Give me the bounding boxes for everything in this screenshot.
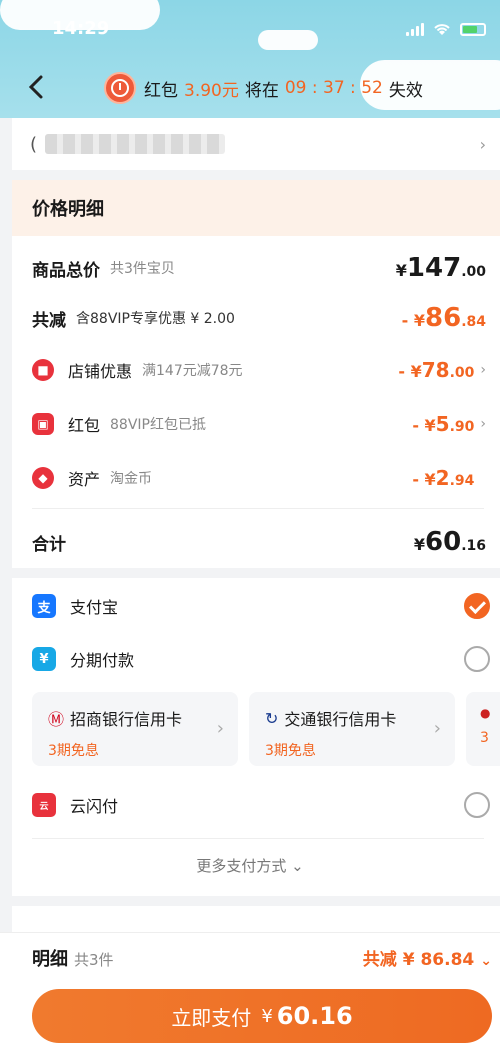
alipay-radio-checked[interactable]	[464, 593, 490, 619]
bank-plan: 3期免息	[265, 743, 316, 759]
status-time: 14:29	[52, 18, 110, 39]
detail-count: 共3件	[74, 951, 114, 969]
bocom-logo-icon: ↻	[265, 708, 279, 728]
wifi-icon	[434, 24, 450, 35]
pay-now-yen: ¥	[261, 1005, 273, 1027]
goods-total-label: 商品总价	[32, 260, 100, 281]
discount-label: 资产	[68, 470, 101, 489]
bank-option-partial[interactable]: ● 3	[466, 692, 500, 766]
reduce-row: 共减 含88VIP专享优惠 ¥ 2.00 - ¥86.84	[32, 300, 486, 336]
footer-reduce-label: 共减	[362, 950, 397, 970]
goods-total-amount: ¥147.00	[395, 253, 486, 283]
unionpay-label: 云闪付	[70, 797, 119, 816]
chevron-right-icon: ›	[216, 718, 224, 739]
checkout-bar: 明细 共3件 共减 ¥ 86.84 ⌄ 立即支付 ¥ 60.16	[0, 932, 500, 1052]
bank-option-bocom[interactable]: ↻ 交通银行信用卡 3期免息 ›	[249, 692, 455, 766]
signal-icon	[406, 23, 424, 36]
divider	[32, 508, 484, 509]
redacted-address	[45, 134, 226, 154]
status-icons	[406, 22, 486, 36]
goods-total-row: 商品总价 共3件宝贝 ¥147.00	[32, 250, 486, 286]
bank-plan: 3	[480, 730, 489, 746]
red-packet-icon: ▣	[32, 413, 54, 435]
payment-unionpay[interactable]: 云 云闪付	[32, 788, 490, 822]
discount-label: 红包	[68, 416, 101, 435]
payment-installment[interactable]: ¥ 分期付款	[32, 642, 490, 676]
sum-amount: ¥60.16	[413, 527, 486, 557]
detail-label: 明细	[32, 949, 68, 970]
discount-sub: 满147元减78元	[142, 363, 243, 379]
chevron-down-icon: ⌄	[480, 953, 492, 969]
red-packet-countdown: 红包 3.90元 将在 09 : 37 : 52 失效	[104, 72, 423, 104]
cloud-decoration	[258, 30, 318, 50]
payment-alipay[interactable]: 支 支付宝	[32, 590, 490, 622]
price-details-title: 价格明细	[12, 180, 500, 236]
discount-row-store[interactable]: ■ 店铺优惠 满147元减78元 - ¥78.00 ›	[32, 354, 486, 386]
goods-total-sub: 共3件宝贝	[110, 261, 175, 277]
expire-mid: 将在	[244, 80, 279, 101]
countdown-time: 09 : 37 : 52	[284, 78, 383, 98]
discount-amount: - ¥2.94	[412, 466, 475, 490]
discount-amount: - ¥5.90	[412, 412, 475, 436]
bank-name: 交通银行信用卡	[284, 710, 397, 729]
footer-reduce-amount: ¥ 86.84	[402, 950, 475, 970]
footer-reduce[interactable]: 共减 ¥ 86.84 ⌄	[363, 945, 492, 970]
back-arrow-icon[interactable]	[26, 74, 48, 100]
alipay-label: 支付宝	[70, 598, 119, 617]
pay-now-label: 立即支付	[171, 1005, 252, 1030]
bank-name: 招商银行信用卡	[70, 710, 183, 729]
unionpay-radio[interactable]	[464, 792, 490, 818]
alipay-icon: 支	[32, 594, 56, 618]
alarm-clock-icon	[104, 72, 136, 104]
discount-row-red-packet[interactable]: ▣ 红包 88VIP红包已抵 - ¥5.90 ›	[32, 408, 486, 440]
location-icon: (	[30, 133, 38, 155]
discount-label: 店铺优惠	[68, 362, 133, 381]
cmb-logo-icon: Ⓜ	[48, 710, 65, 729]
discount-sub: 88VIP红包已抵	[110, 417, 206, 433]
red-packet-prefix: 红包	[144, 80, 178, 101]
bank-option-cmb[interactable]: Ⓜ 招商银行信用卡 3期免息 ›	[32, 692, 238, 766]
coin-icon: ◆	[32, 467, 54, 489]
bank-logo-icon: ●	[480, 706, 491, 720]
pay-now-button[interactable]: 立即支付 ¥ 60.16	[32, 989, 492, 1043]
installment-radio[interactable]	[464, 646, 490, 672]
more-payment-methods[interactable]: 更多支付方式 ⌄	[0, 855, 500, 876]
expire-suffix: 失效	[388, 80, 423, 101]
header-banner: 14:29 红包 3.90元 将在 09 : 37 : 52 失效	[0, 0, 500, 118]
battery-icon	[460, 23, 486, 36]
detail-toggle[interactable]: 明细 共3件	[32, 945, 114, 971]
discount-amount: - ¥78.00	[398, 358, 475, 382]
pay-now-amount: 60.16	[276, 1002, 353, 1030]
chevron-right-icon: ›	[480, 416, 486, 432]
bank-plan: 3期免息	[48, 743, 99, 759]
sum-row: 合计 ¥60.16	[32, 524, 486, 560]
unionpay-icon: 云	[32, 793, 56, 817]
discount-row-assets[interactable]: ◆ 资产 淘金币 - ¥2.94 ›	[32, 462, 486, 494]
installment-label: 分期付款	[70, 651, 135, 670]
divider	[32, 838, 484, 839]
reduce-label: 共减	[32, 310, 66, 331]
store-icon: ■	[32, 359, 54, 381]
chevron-right-icon: ›	[479, 134, 486, 154]
reduce-amount: - ¥86.84	[401, 303, 486, 333]
installment-icon: ¥	[32, 647, 56, 671]
price-details-card: 价格明细 商品总价 共3件宝贝 ¥147.00 共减 含88VIP专享优惠 ¥ …	[12, 180, 500, 568]
chevron-right-icon: ›	[480, 362, 486, 378]
reduce-sub: 含88VIP专享优惠 ¥ 2.00	[76, 311, 235, 327]
sum-label: 合计	[32, 534, 66, 555]
discount-sub: 淘金币	[110, 471, 153, 487]
red-packet-amount: 3.90元	[184, 80, 239, 101]
address-row[interactable]: ( ›	[12, 118, 500, 170]
chevron-right-icon: ›	[433, 718, 441, 739]
